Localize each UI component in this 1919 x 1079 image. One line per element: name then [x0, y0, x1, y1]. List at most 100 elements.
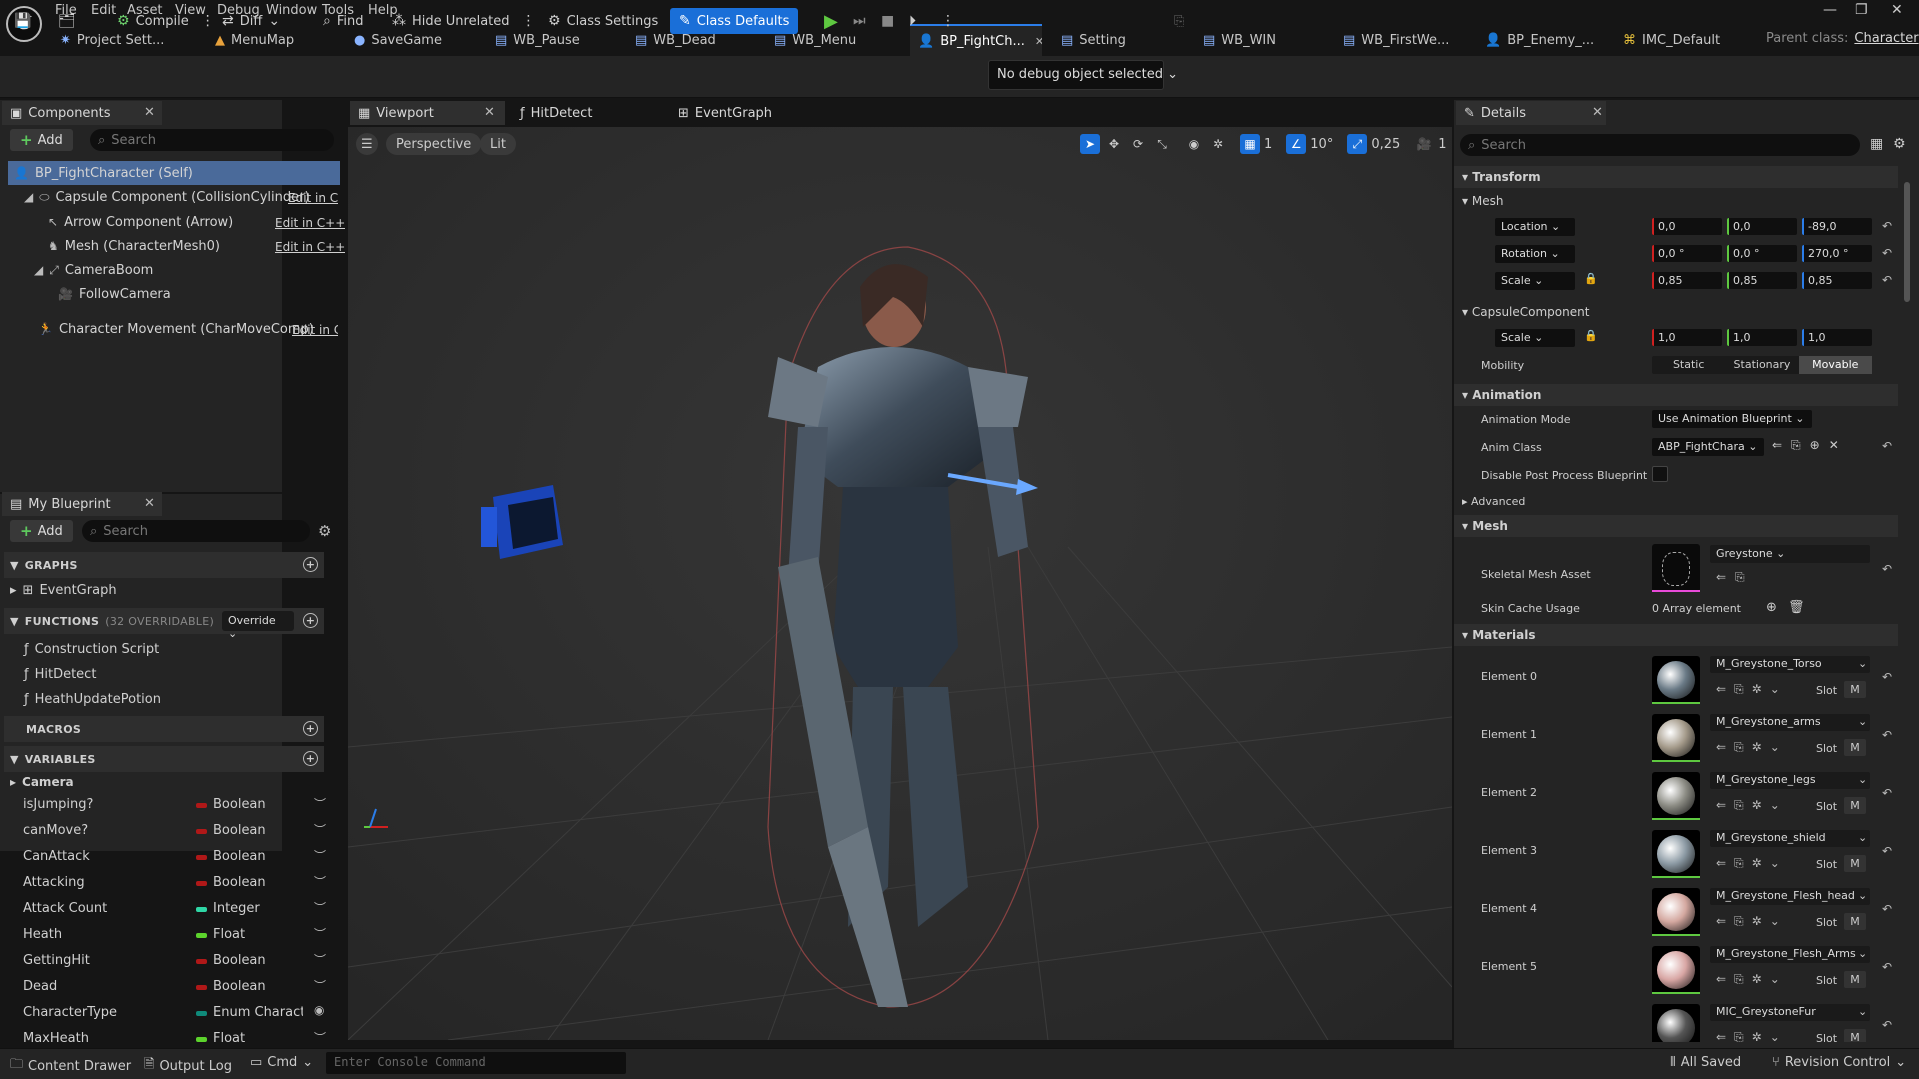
component-mesh[interactable]: ♞ Mesh (CharacterMesh0) — [48, 234, 220, 258]
output-log-button[interactable]: 🗎 Output Log — [144, 1055, 232, 1077]
component-cameraboom[interactable]: ◢ ⤢ CameraBoom — [34, 258, 153, 282]
close-icon[interactable]: ✕ — [484, 105, 495, 120]
stop-icon[interactable]: ■ — [881, 8, 894, 34]
rotation-dropdown[interactable]: Rotation ⌄ — [1495, 245, 1575, 263]
material-actions[interactable]: ⇐⎘✲⌄ — [1716, 682, 1788, 697]
tab-my-blueprint[interactable]: ▤ My Blueprint — [2, 492, 162, 516]
capsule-subheader[interactable]: ▾ CapsuleComponent — [1462, 305, 1589, 319]
capsule-scale-dropdown[interactable]: Scale ⌄ — [1495, 329, 1575, 347]
mesh-header[interactable]: ▾ Mesh — [1454, 515, 1898, 537]
reset-icon[interactable]: ↶ — [1882, 219, 1892, 233]
location-y-field[interactable]: 0,0 — [1727, 218, 1797, 235]
tab-setting[interactable]: ▤ Setting — [1053, 24, 1163, 56]
material-dropdown[interactable]: M_Greystone_Flesh_head — [1710, 888, 1870, 905]
parent-class-link[interactable]: Character — [1854, 31, 1918, 46]
variable-row[interactable]: CharacterType Enum Characte ◉ — [0, 1003, 330, 1024]
override-dropdown[interactable]: Override ⌄ — [222, 611, 294, 640]
viewport[interactable]: ☰ Perspective Lit ➤ ✥ ⟳ ⤡ ◉ ✲ ▦ 1 ∠ 10° … — [348, 127, 1452, 1040]
reset-icon[interactable]: ↶ — [1882, 844, 1892, 858]
lock-icon[interactable]: 🔒 — [1584, 329, 1598, 342]
material-m-button[interactable]: M — [1844, 913, 1866, 930]
transform-header[interactable]: ▾ Transform — [1454, 166, 1898, 188]
play-options-icon[interactable]: ⋮ — [941, 8, 955, 34]
mobility-movable[interactable]: Movable — [1798, 356, 1872, 374]
material-m-button[interactable]: M — [1844, 797, 1866, 814]
skeletal-mesh-actions[interactable]: ⇐⎘ — [1716, 570, 1754, 585]
lit-button[interactable]: Lit — [480, 133, 516, 155]
graph-eventgraph[interactable]: ▸ ⊞ EventGraph — [10, 583, 117, 598]
add-graph-icon[interactable]: + — [303, 557, 318, 572]
anim-class-dropdown[interactable]: ABP_FightChara ⌄ — [1652, 438, 1764, 456]
mesh-subheader[interactable]: ▾ Mesh — [1462, 194, 1503, 208]
close-icon[interactable]: ✕ — [1592, 105, 1603, 120]
add-element-icon[interactable]: ⊕ — [1766, 600, 1777, 615]
add-variable-icon[interactable]: + — [303, 751, 318, 766]
component-character-movement[interactable]: 🏃 Character Movement (CharMoveComp) — [38, 317, 314, 341]
function-heathupdatepotion[interactable]: ƒ HeathUpdatePotion — [24, 692, 161, 707]
chevron-down-icon[interactable]: ︶ — [314, 873, 326, 890]
hide-unrelated-button[interactable]: ⁂ Hide Unrelated ⋮ — [392, 8, 536, 34]
category-camera[interactable]: ▸ Camera — [10, 775, 74, 789]
components-search-input[interactable]: ⌕ Search — [90, 129, 334, 151]
reset-icon[interactable]: ↶ — [1882, 960, 1892, 974]
chevron-down-icon[interactable]: ︶ — [314, 899, 326, 916]
reset-icon[interactable]: ↶ — [1882, 670, 1892, 684]
rotation-snap-value[interactable]: 10° — [1310, 137, 1333, 152]
mobility-stationary[interactable]: Stationary — [1725, 356, 1798, 374]
add-function-icon[interactable]: + — [303, 613, 318, 628]
reset-icon[interactable]: ↶ — [1882, 439, 1892, 453]
variable-row[interactable]: canMove? Boolean ︶ — [0, 821, 330, 842]
grid-snap-value[interactable]: 1 — [1264, 137, 1272, 152]
chevron-down-icon[interactable]: ︶ — [314, 951, 326, 968]
add-component-button[interactable]: + Add — [10, 129, 73, 151]
location-dropdown[interactable]: Location ⌄ — [1495, 218, 1575, 236]
cmd-dropdown[interactable]: ▭ Cmd ⌄ — [250, 1055, 313, 1070]
step-icon[interactable]: ⏭ — [853, 8, 866, 34]
materials-header[interactable]: ▾ Materials — [1454, 624, 1898, 646]
material-actions[interactable]: ⇐⎘✲⌄ — [1716, 856, 1788, 871]
scale-tool-icon[interactable]: ⤡ — [1152, 134, 1172, 154]
material-thumbnail[interactable] — [1652, 946, 1700, 994]
scale-dropdown[interactable]: Scale ⌄ — [1495, 272, 1575, 290]
tab-imc-default[interactable]: ⌘ IMC_Default — [1615, 24, 1745, 56]
chevron-down-icon[interactable]: ︶ — [314, 847, 326, 864]
material-thumbnail[interactable] — [1652, 1004, 1700, 1042]
viewport-menu-icon[interactable]: ☰ — [356, 133, 378, 155]
component-self[interactable]: 👤 BP_FightCharacter (Self) — [8, 161, 340, 185]
gear-icon[interactable]: ⚙ — [1893, 136, 1906, 152]
close-icon[interactable]: ✕ — [144, 105, 155, 120]
trash-icon[interactable]: 🗑 — [1788, 600, 1805, 615]
variable-row[interactable]: CanAttack Boolean ︶ — [0, 847, 330, 868]
reset-icon[interactable]: ↶ — [1882, 1018, 1892, 1032]
variable-row[interactable]: Heath Float ︶ — [0, 925, 330, 946]
variable-row[interactable]: Attack Count Integer ︶ — [0, 899, 330, 920]
material-actions[interactable]: ⇐⎘✲⌄ — [1716, 1030, 1788, 1042]
material-actions[interactable]: ⇐⎘✲⌄ — [1716, 798, 1788, 813]
play-icon[interactable]: ▶ — [824, 8, 838, 34]
revision-control-button[interactable]: ⑂ Revision Control ⌄ — [1772, 1055, 1906, 1070]
component-followcamera[interactable]: 🎥 FollowCamera — [58, 282, 171, 306]
animation-mode-dropdown[interactable]: Use Animation Blueprint ⌄ — [1652, 410, 1812, 428]
reset-icon[interactable]: ↶ — [1882, 562, 1892, 576]
variable-row[interactable]: GettingHit Boolean ︶ — [0, 951, 330, 972]
anim-class-actions[interactable]: ⇐⎘⊕✕ — [1772, 438, 1848, 453]
rotation-z-field[interactable]: 270,0 ° — [1802, 245, 1872, 262]
blueprint-search-input[interactable]: ⌕ Search — [82, 520, 310, 542]
location-z-field[interactable]: -89,0 — [1802, 218, 1872, 235]
material-dropdown[interactable]: MIC_GreystoneFur — [1710, 1004, 1870, 1021]
scale-z-field[interactable]: 0,85 — [1802, 272, 1872, 289]
scale-snap-value[interactable]: 0,25 — [1371, 137, 1400, 152]
simulate-icon[interactable]: ⏵ — [909, 8, 916, 34]
variable-row[interactable]: Dead Boolean ︶ — [0, 977, 330, 998]
capsule-scale-z-field[interactable]: 1,0 — [1802, 329, 1872, 346]
compile-button[interactable]: ⚙ Compile ⋮ — [117, 8, 215, 34]
reset-icon[interactable]: ↶ — [1882, 728, 1892, 742]
eye-icon[interactable]: ◉ — [314, 1003, 324, 1017]
animation-header[interactable]: ▾ Animation — [1454, 384, 1898, 406]
camera-speed-icon[interactable]: 🎥 — [1414, 134, 1434, 154]
reset-icon[interactable]: ↶ — [1882, 273, 1892, 287]
tab-wb-win[interactable]: ▤ WB_WIN — [1195, 24, 1305, 56]
move-tool-icon[interactable]: ✥ — [1104, 134, 1124, 154]
world-local-icon[interactable]: ◉ — [1184, 134, 1204, 154]
variables-section-header[interactable]: ▼ VARIABLES + — [4, 746, 324, 772]
